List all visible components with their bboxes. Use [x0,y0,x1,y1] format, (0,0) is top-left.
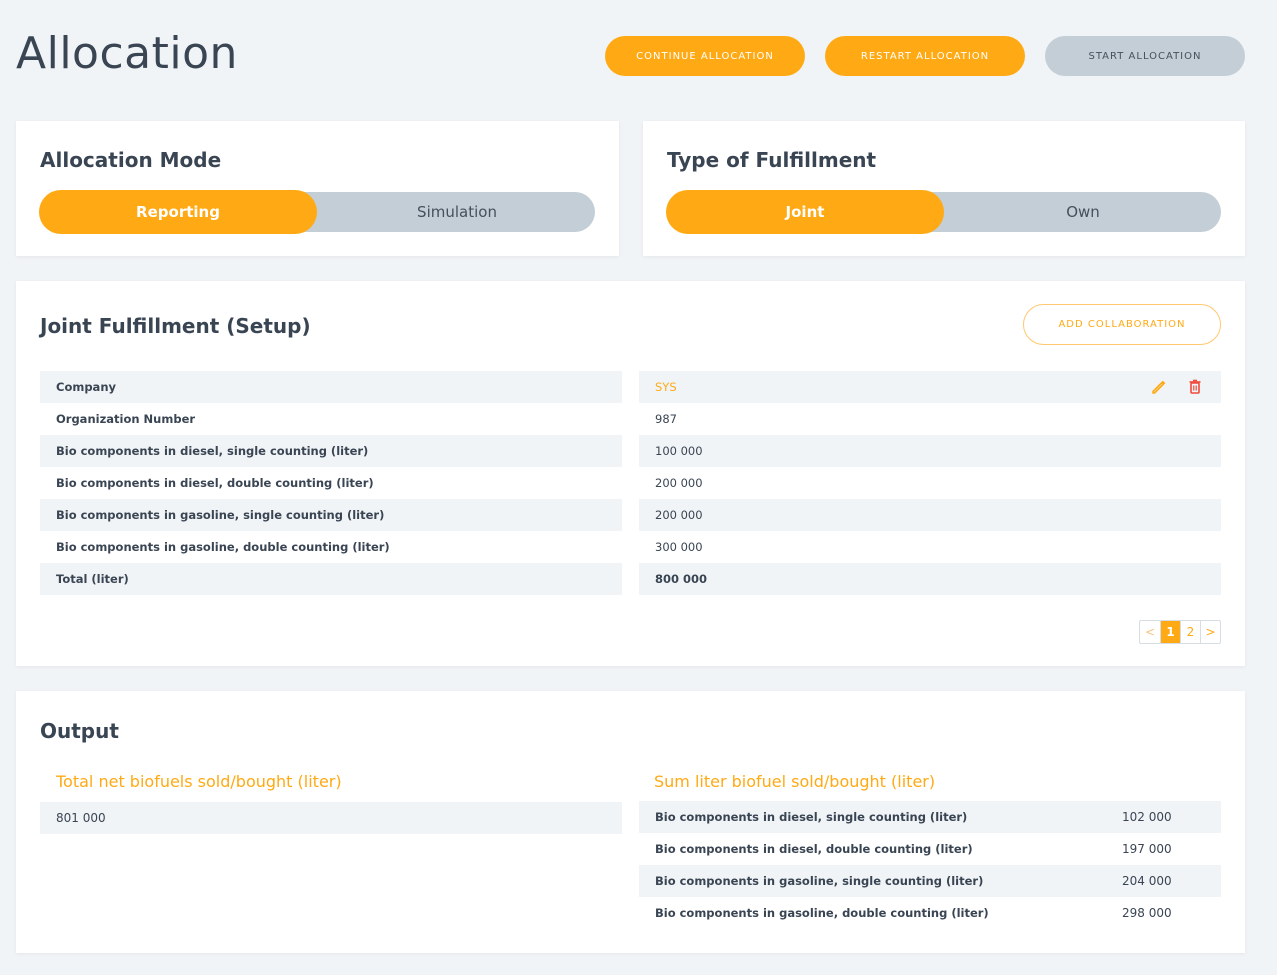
setup-label: Bio components in gasoline, double count… [56,540,390,554]
own-option[interactable]: Own [945,192,1221,232]
setup-value: 987 [655,412,677,426]
page-title: Allocation [16,28,238,79]
joint-fulfillment-setup-card: Joint Fulfillment (Setup) ADD COLLABORAT… [16,281,1245,666]
sum-row-value: 204 000 [1122,874,1172,888]
allocation-mode-toggle: Simulation Reporting [39,190,595,234]
fulfillment-type-title: Type of Fulfillment [667,148,877,172]
company-value[interactable]: SYS [639,371,1221,403]
total-net-value: 801 000 [40,802,622,834]
next-page-button[interactable]: > [1200,621,1220,643]
setup-label: Company [40,371,622,403]
reporting-option[interactable]: Reporting [39,190,317,234]
output-card: Output Total net biofuels sold/bought (l… [16,691,1245,953]
page-2-button[interactable]: 2 [1180,621,1200,643]
sum-row-value: 197 000 [1122,842,1172,856]
sum-row-value: 102 000 [1122,810,1172,824]
add-collaboration-button[interactable]: ADD COLLABORATION [1023,304,1221,345]
page-1-button[interactable]: 1 [1160,621,1180,643]
output-title: Output [40,719,119,743]
continue-allocation-button[interactable]: CONTINUE ALLOCATION [605,36,805,76]
setup-value: 200 000 [639,499,1221,531]
total-net-heading: Total net biofuels sold/bought (liter) [56,772,342,791]
setup-title: Joint Fulfillment (Setup) [40,314,311,338]
simulation-option[interactable]: Simulation [319,192,595,232]
setup-label: Organization Number [56,412,196,426]
start-allocation-button[interactable]: START ALLOCATION [1045,36,1245,76]
setup-value: 200 000 [655,476,703,490]
setup-label: Bio components in diesel, single countin… [40,435,622,467]
allocation-mode-card: Allocation Mode Simulation Reporting [16,121,619,256]
delete-icon[interactable] [1186,378,1204,396]
setup-label: Bio components in diesel, double countin… [56,476,374,490]
setup-label: Total (liter) [40,563,622,595]
sum-row-value: 298 000 [1122,906,1172,920]
fulfillment-type-card: Type of Fulfillment Own Joint [643,121,1245,256]
allocation-mode-title: Allocation Mode [40,148,222,172]
pagination: < 1 2 > [1139,620,1221,644]
fulfillment-type-toggle: Own Joint [666,190,1221,234]
joint-option[interactable]: Joint [666,190,944,234]
edit-icon[interactable] [1150,378,1168,396]
restart-allocation-button[interactable]: RESTART ALLOCATION [825,36,1025,76]
setup-total-value: 800 000 [639,563,1221,595]
setup-label: Bio components in gasoline, single count… [40,499,622,531]
setup-value: 100 000 [639,435,1221,467]
prev-page-button[interactable]: < [1140,621,1160,643]
setup-value: 300 000 [655,540,703,554]
sum-liter-heading: Sum liter biofuel sold/bought (liter) [654,772,936,791]
